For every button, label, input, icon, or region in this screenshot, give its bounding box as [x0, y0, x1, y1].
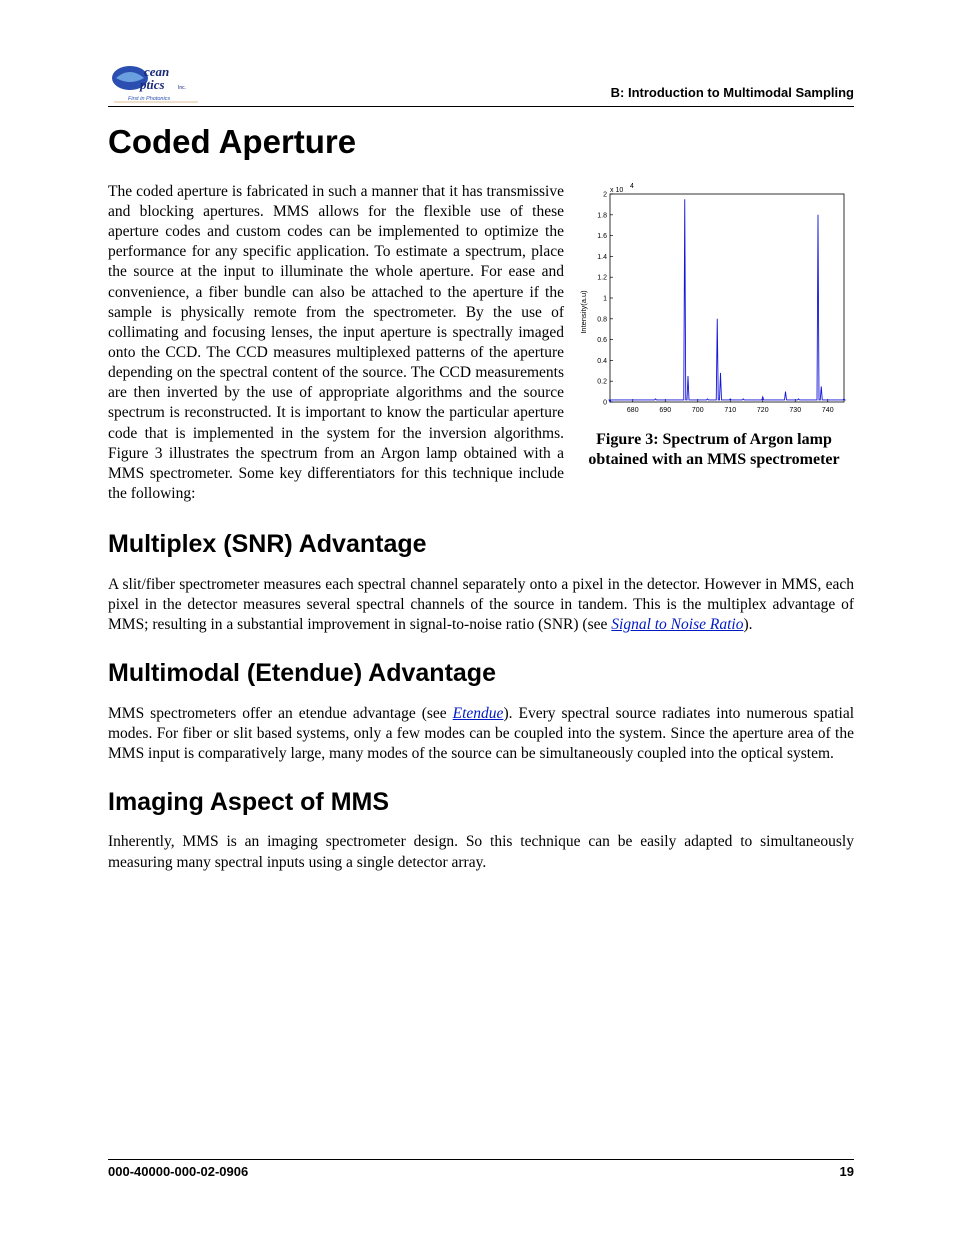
svg-text:690: 690 [659, 407, 671, 414]
svg-text:0.4: 0.4 [597, 358, 607, 365]
argon-spectrum-chart: x 10 4 0 0.2 0.4 0.6 0.8 1 1.2 1.4 1.6 1.8 2 680 69… [574, 182, 854, 422]
etendue-text-pre: MMS spectrometers offer an etendue advan… [108, 705, 453, 722]
svg-text:710: 710 [724, 407, 736, 414]
svg-text:680: 680 [627, 407, 639, 414]
svg-text:x 10: x 10 [610, 187, 623, 194]
page-footer: 000-40000-000-02-0906 19 [108, 1159, 854, 1181]
snr-link[interactable]: Signal to Noise Ratio [611, 616, 743, 633]
svg-text:0.8: 0.8 [597, 316, 607, 323]
svg-text:0: 0 [603, 399, 607, 406]
svg-text:4: 4 [630, 183, 634, 190]
page-title: Coded Aperture [108, 121, 854, 164]
footer-page-number: 19 [840, 1164, 854, 1181]
svg-text:1.6: 1.6 [597, 233, 607, 240]
multiplex-paragraph: A slit/fiber spectrometer measures each … [108, 575, 854, 635]
multiplex-text-post: ). [743, 616, 752, 633]
header-section-label: B: Introduction to Multimodal Sampling [611, 85, 854, 104]
imaging-paragraph: Inherently, MMS is an imaging spectromet… [108, 832, 854, 872]
heading-multiplex-advantage: Multiplex (SNR) Advantage [108, 528, 854, 561]
figure-3-caption: Figure 3: Spectrum of Argon lamp obtaine… [574, 430, 854, 470]
heading-imaging-aspect: Imaging Aspect of MMS [108, 786, 854, 819]
svg-text:Intensity(a.u): Intensity(a.u) [579, 290, 588, 334]
svg-text:1: 1 [603, 295, 607, 302]
svg-text:1.4: 1.4 [597, 254, 607, 261]
svg-text:ptics: ptics [139, 77, 165, 92]
footer-doc-number: 000-40000-000-02-0906 [108, 1164, 248, 1181]
svg-text:720: 720 [757, 407, 769, 414]
heading-etendue-advantage: Multimodal (Etendue) Advantage [108, 657, 854, 690]
svg-text:0.2: 0.2 [597, 379, 607, 386]
page-header: cean ptics Inc. First in Photonics B: In… [108, 58, 854, 107]
svg-text:1.2: 1.2 [597, 275, 607, 282]
svg-text:2: 2 [603, 191, 607, 198]
svg-text:730: 730 [789, 407, 801, 414]
etendue-link[interactable]: Etendue [453, 705, 504, 722]
svg-text:First in Photonics: First in Photonics [128, 96, 170, 102]
figure-3: x 10 4 0 0.2 0.4 0.6 0.8 1 1.2 1.4 1.6 1.8 2 680 69… [574, 182, 854, 470]
svg-text:Inc.: Inc. [178, 85, 186, 91]
brand-logo: cean ptics Inc. First in Photonics [108, 58, 208, 104]
svg-text:1.8: 1.8 [597, 212, 607, 219]
svg-text:0.6: 0.6 [597, 337, 607, 344]
svg-text:700: 700 [692, 407, 704, 414]
etendue-paragraph: MMS spectrometers offer an etendue advan… [108, 704, 854, 764]
svg-text:740: 740 [822, 407, 834, 414]
